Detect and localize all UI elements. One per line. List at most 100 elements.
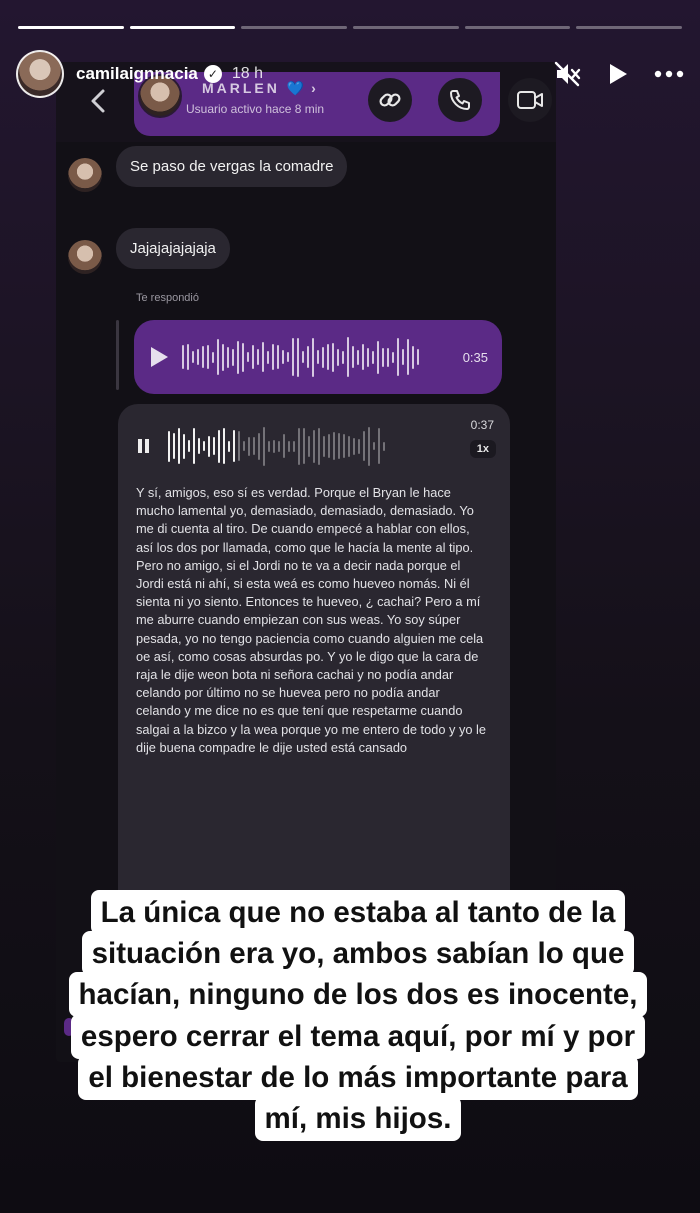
waveform-bar — [377, 340, 379, 374]
waveform-bar — [417, 349, 419, 365]
waveform-bar — [203, 441, 205, 451]
waveform-bar — [312, 337, 314, 377]
waveform-bar — [382, 347, 384, 367]
avatar[interactable] — [16, 50, 64, 98]
waveform-bar — [252, 345, 254, 369]
waveform-bar — [242, 342, 244, 372]
replied-label: Te respondió — [136, 292, 199, 304]
message-bubble[interactable]: Jajajajajajaja — [116, 228, 230, 269]
waveform-bar — [317, 350, 319, 364]
waveform-bar — [297, 337, 299, 377]
waveform[interactable] — [182, 337, 419, 377]
waveform-bar — [278, 440, 280, 452]
waveform-bar — [272, 344, 274, 370]
waveform-bar — [343, 434, 345, 458]
reply-indicator — [116, 320, 119, 390]
play-icon[interactable] — [148, 345, 170, 369]
contact-status: Usuario activo hace 8 min — [186, 102, 325, 116]
waveform-bar — [228, 440, 230, 452]
waveform-bar — [327, 344, 329, 370]
voice-message-outgoing[interactable]: 0:35 — [134, 320, 502, 394]
progress-segment — [576, 26, 683, 29]
story-timestamp: 18 h — [231, 65, 264, 82]
waveform-bar — [347, 337, 349, 377]
waveform-bar — [378, 428, 380, 464]
avatar — [68, 158, 102, 192]
more-icon[interactable] — [654, 70, 684, 78]
waveform-bar — [232, 348, 234, 366]
waveform-bar — [192, 351, 194, 363]
waveform-bar — [217, 339, 219, 375]
waveform-bar — [383, 441, 385, 451]
waveform-bar — [197, 349, 199, 365]
playback-speed-button[interactable]: 1x — [469, 440, 496, 458]
verified-badge-icon: ✓ — [203, 65, 222, 83]
instagram-story[interactable]: MARLEN 💙 › Usuario activo hace 8 min Se … — [0, 0, 700, 1213]
waveform-bar — [318, 427, 320, 465]
progress-segment — [241, 26, 348, 29]
waveform-bar — [223, 428, 225, 464]
waveform-bar — [288, 440, 290, 452]
story-header: camilaignnacia ✓ 18 h — [16, 46, 684, 102]
waveform-bar — [277, 345, 279, 369]
story-progress-bar — [18, 26, 683, 29]
waveform-bar — [348, 435, 350, 457]
waveform-bar — [363, 431, 365, 461]
waveform-bar — [362, 344, 364, 370]
avatar — [68, 240, 102, 274]
waveform-bar — [333, 432, 335, 460]
waveform-bar — [247, 352, 249, 362]
list-item[interactable]: Se paso de vergas la comadre — [68, 146, 348, 192]
waveform-bar — [303, 428, 305, 464]
waveform-bar — [412, 345, 414, 369]
waveform-bar — [263, 426, 265, 466]
waveform-bar — [283, 434, 285, 458]
waveform-bar — [392, 351, 394, 363]
list-item[interactable]: Jajajajajajaja — [68, 228, 230, 274]
progress-segment — [129, 26, 236, 29]
waveform-bar — [243, 441, 245, 451]
progress-segment — [464, 26, 571, 29]
waveform-bar — [358, 438, 360, 454]
waveform-bar — [397, 338, 399, 376]
waveform-bar — [313, 429, 315, 463]
waveform-bar — [173, 433, 175, 459]
waveform-bar — [407, 339, 409, 375]
mute-icon[interactable] — [554, 61, 582, 87]
waveform-bar — [178, 428, 180, 464]
waveform-bar — [308, 435, 310, 457]
waveform-bar — [273, 439, 275, 453]
waveform[interactable] — [168, 426, 385, 466]
pause-icon[interactable] — [138, 439, 150, 453]
waveform-bar — [368, 426, 370, 466]
voice-duration: 0:37 — [470, 418, 494, 432]
waveform-bar — [187, 344, 189, 370]
waveform-bar — [328, 434, 330, 458]
username[interactable]: camilaignnacia — [76, 64, 198, 84]
waveform-bar — [338, 433, 340, 459]
waveform-bar — [248, 436, 250, 456]
waveform-bar — [267, 350, 269, 364]
waveform-bar — [322, 346, 324, 368]
waveform-bar — [372, 350, 374, 364]
waveform-bar — [207, 345, 209, 369]
waveform-bar — [282, 350, 284, 364]
waveform-bar — [323, 435, 325, 457]
waveform-bar — [218, 429, 220, 463]
waveform-bar — [238, 431, 240, 461]
play-icon[interactable] — [608, 63, 628, 85]
waveform-bar — [342, 350, 344, 364]
waveform-bar — [352, 346, 354, 368]
waveform-bar — [262, 342, 264, 372]
waveform-bar — [208, 435, 210, 457]
waveform-bar — [257, 349, 259, 365]
waveform-bar — [188, 440, 190, 452]
waveform-bar — [302, 351, 304, 363]
waveform-bar — [183, 433, 185, 459]
waveform-bar — [268, 440, 270, 452]
message-bubble[interactable]: Se paso de vergas la comadre — [116, 146, 348, 187]
waveform-bar — [258, 432, 260, 460]
waveform-bar — [337, 348, 339, 366]
waveform-bar — [253, 437, 255, 455]
waveform-bar — [213, 437, 215, 455]
